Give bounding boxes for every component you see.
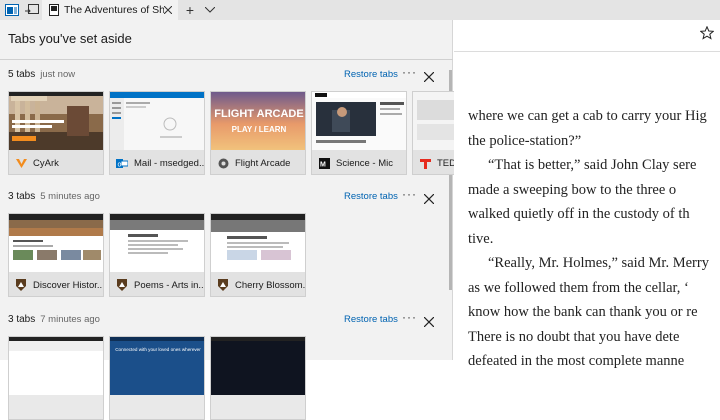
book-icon: [46, 2, 62, 18]
tab-active[interactable]: The Adventures of Sher: [42, 0, 178, 20]
favorite-star-icon[interactable]: [699, 25, 715, 45]
close-icon[interactable]: [423, 191, 436, 205]
nps-icon: [217, 279, 229, 291]
tab-thumbnail: [110, 92, 204, 150]
cyark-icon: [15, 157, 27, 169]
restore-tabs-link[interactable]: Restore tabs: [344, 69, 398, 80]
tab-thumbnail: [211, 214, 305, 272]
tab-thumbnail: [110, 214, 204, 272]
tab-label: Poems - Arts in...: [134, 279, 205, 291]
tab-label: Flight Arcade: [235, 157, 291, 169]
more-options-icon[interactable]: ···: [402, 310, 417, 324]
group-header: 3 tabs 5 minutes ago: [8, 191, 100, 207]
group-tab-count: 5 tabs: [8, 69, 36, 80]
svg-text:M: M: [320, 161, 326, 168]
group-time: 7 minutes ago: [40, 314, 100, 325]
tab-label: Cherry Blossom...: [235, 279, 306, 291]
saved-tab-card[interactable]: Cherry Blossom...: [210, 213, 306, 297]
reader-toolbar: [454, 20, 720, 52]
text-line: tive.: [468, 230, 494, 247]
mail-icon: o: [116, 157, 128, 169]
text-line: the police-station?”: [468, 132, 582, 149]
saved-tab-card[interactable]: [8, 336, 104, 420]
nps-icon: [116, 279, 128, 291]
mic-icon: M: [318, 157, 330, 169]
saved-tab-card[interactable]: Discover Histor...: [8, 213, 104, 297]
thumb-title: FLIGHT ARCADE: [214, 108, 303, 120]
text-line: “That is better,” said John Clay sere: [488, 157, 697, 173]
more-options-icon[interactable]: ···: [402, 65, 417, 79]
svg-text:o: o: [118, 161, 122, 168]
ted-icon: [419, 157, 431, 169]
group-tab-count: 3 tabs: [8, 314, 36, 325]
more-options-icon[interactable]: ···: [402, 187, 417, 201]
tab-title: The Adventures of Sher: [64, 4, 164, 16]
flight-arcade-icon: [217, 157, 229, 169]
saved-tab-card[interactable]: o Mail - msedged...: [109, 91, 205, 175]
text-line: defeated in the most complete manne: [468, 353, 685, 369]
tab-label: CyArk: [33, 157, 59, 169]
tabs-aside-panel: Tabs you've set aside 5 tabs just now Re…: [0, 20, 508, 420]
text-line: There is no doubt that you have dete: [468, 328, 680, 345]
tab-thumbnail: [312, 92, 406, 150]
chevron-down-icon[interactable]: [202, 2, 218, 18]
restore-tabs-link[interactable]: Restore tabs: [344, 191, 398, 202]
close-icon[interactable]: [423, 314, 436, 328]
tab-label: Mail - msedged...: [134, 157, 205, 169]
tabs-aside-icon[interactable]: [4, 2, 20, 18]
text-line: “Really, Mr. Holmes,” said Mr. Merry: [488, 255, 709, 271]
thumb-text: Connected with your loved ones wherever: [115, 347, 201, 352]
close-tab-icon[interactable]: [160, 2, 176, 18]
saved-tab-card[interactable]: Connected with your loved ones wherever: [109, 336, 205, 420]
close-icon[interactable]: [423, 69, 436, 83]
panel-title: Tabs you've set aside: [8, 31, 132, 46]
new-tab-button[interactable]: +: [182, 2, 198, 18]
saved-tab-card[interactable]: [210, 336, 306, 420]
group-header: 5 tabs just now: [8, 69, 75, 85]
reading-view: where we can get a cab to carry your Hig…: [454, 20, 720, 369]
saved-tab-card[interactable]: CyArk: [8, 91, 104, 175]
panel-header: Tabs you've set aside: [0, 20, 453, 60]
saved-tab-card[interactable]: FLIGHT ARCADE PLAY / LEARN Flight Arcade: [210, 91, 306, 175]
text-line: where we can get a cab to carry your Hig: [468, 108, 707, 124]
thumb-subtitle: PLAY / LEARN: [232, 125, 287, 134]
saved-tab-card[interactable]: Poems - Arts in...: [109, 213, 205, 297]
tab-label: Discover Histor...: [33, 279, 104, 291]
tab-thumbnail: [211, 337, 305, 395]
group-tab-count: 3 tabs: [8, 191, 36, 202]
text-line: walked quietly off in the custody of th: [468, 206, 690, 222]
group-time: just now: [40, 69, 76, 80]
nps-icon: [15, 279, 27, 291]
tab-thumbnail: Connected with your loved ones wherever: [110, 337, 204, 395]
tab-thumbnail: FLIGHT ARCADE PLAY / LEARN: [211, 92, 305, 150]
reader-text: where we can get a cab to carry your Hig…: [468, 104, 720, 374]
group-time: 5 minutes ago: [40, 191, 100, 202]
text-line: as we followed them from the cellar, ‘: [468, 279, 689, 296]
tab-bar: The Adventures of Sher +: [0, 0, 720, 20]
text-line: know how the bank can thank you or re: [468, 304, 698, 320]
tab-thumbnail: [9, 214, 103, 272]
saved-tab-card[interactable]: M Science - Mic: [311, 91, 407, 175]
text-line: made a sweeping bow to the three o: [468, 181, 677, 198]
restore-aside-icon[interactable]: [24, 2, 40, 18]
tab-thumbnail: [9, 337, 103, 395]
group-header: 3 tabs 7 minutes ago: [8, 314, 100, 330]
tab-thumbnail: [9, 92, 103, 150]
restore-tabs-link[interactable]: Restore tabs: [344, 314, 398, 325]
tab-label: Science - Mic: [336, 157, 394, 169]
